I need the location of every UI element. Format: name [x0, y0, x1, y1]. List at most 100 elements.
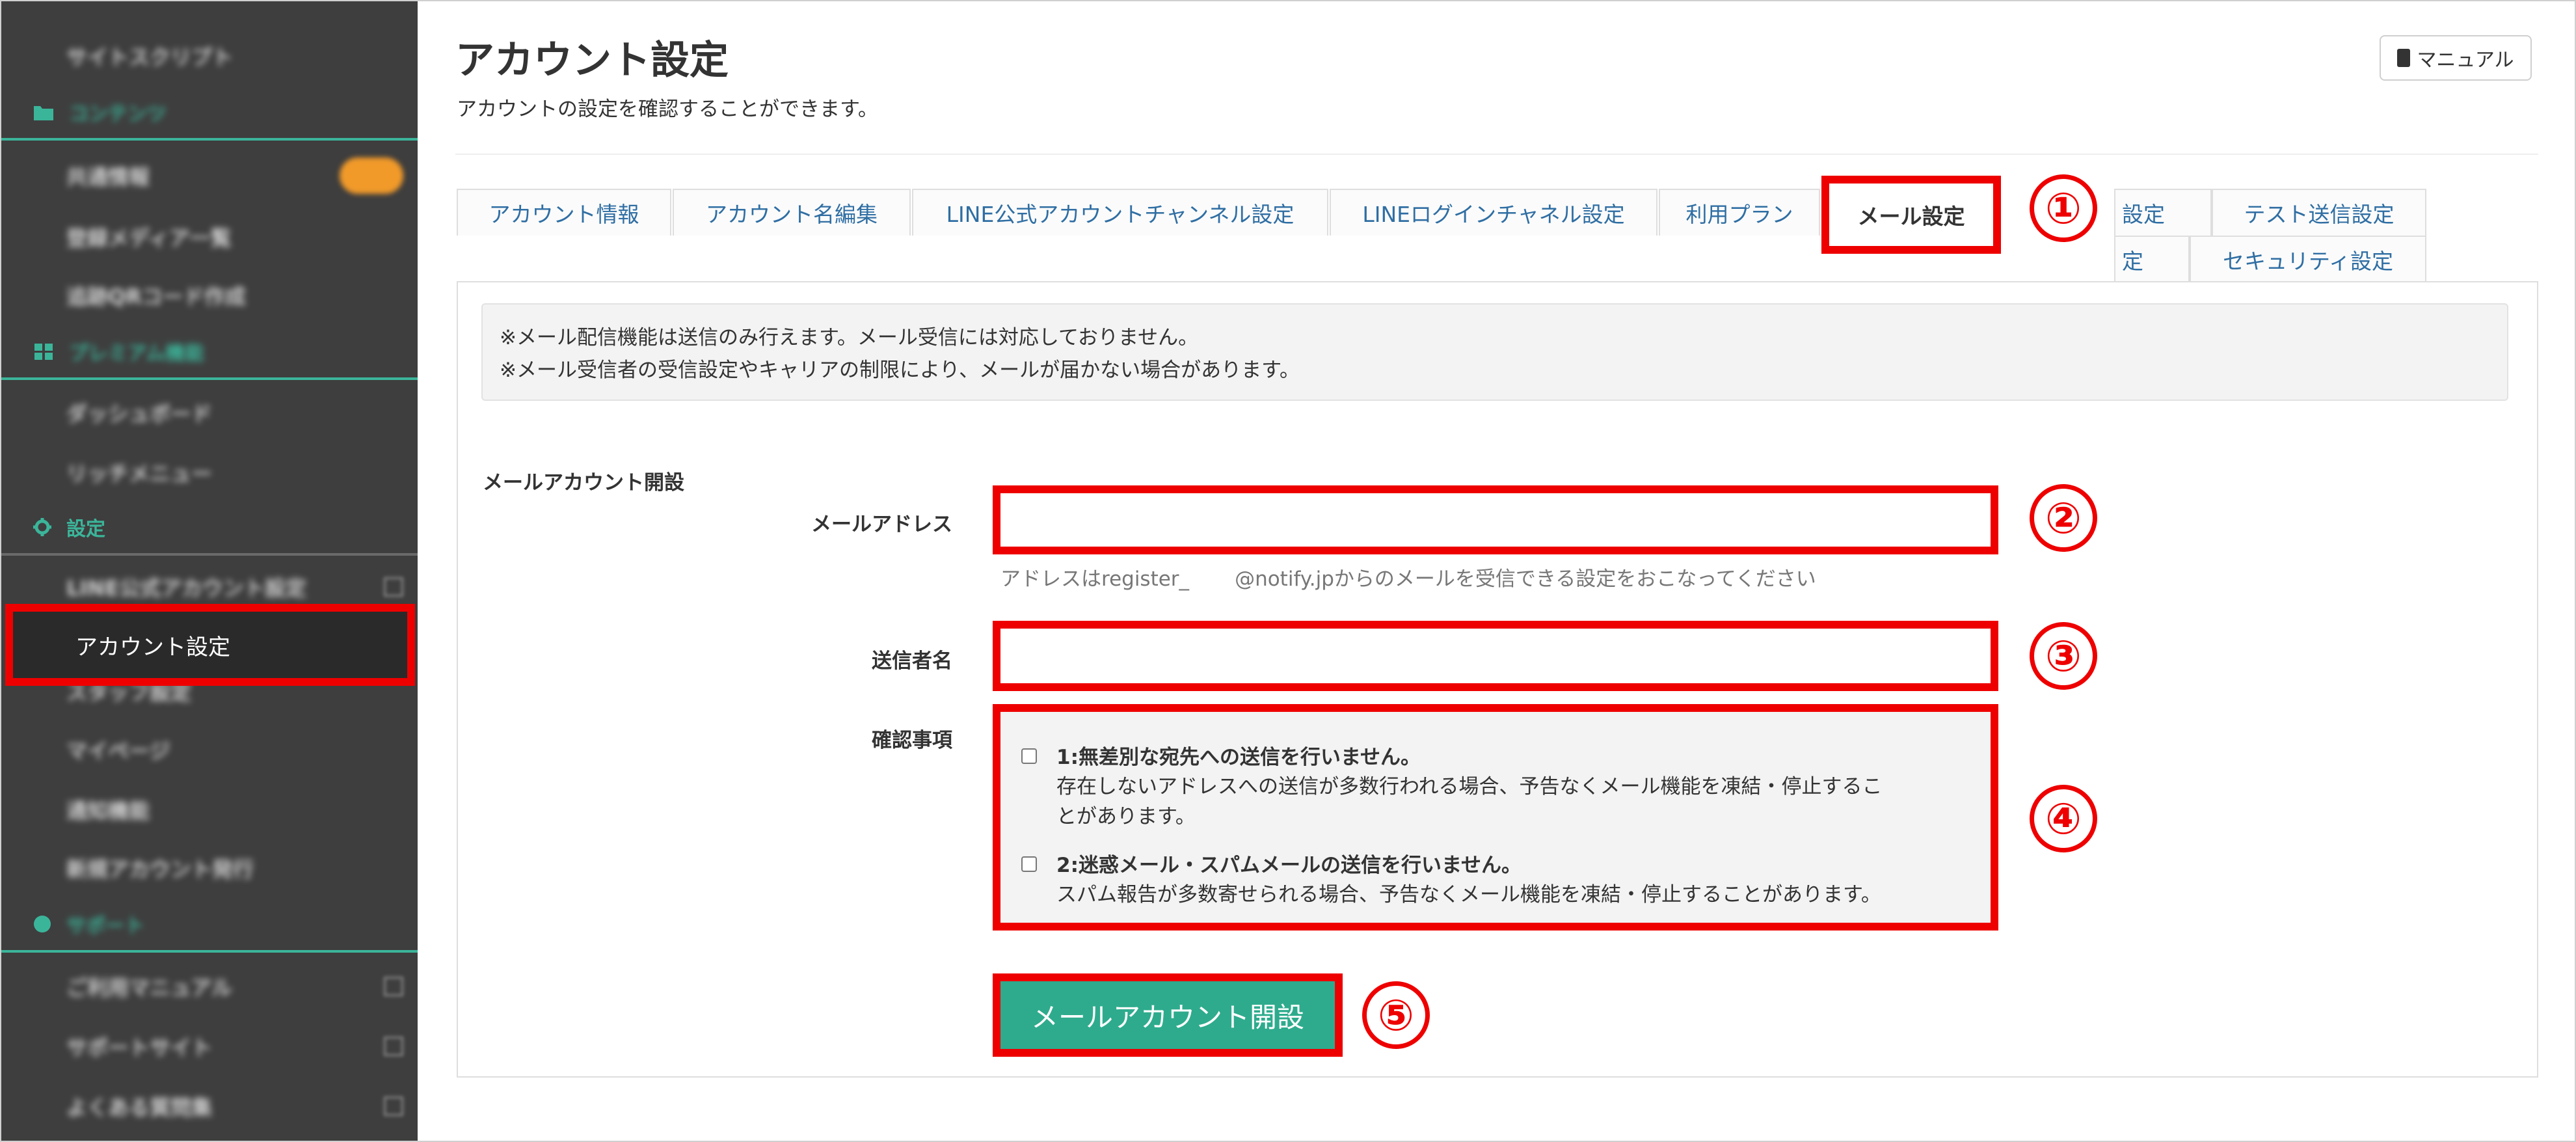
- sidebar-item-notifications[interactable]: 通知機能: [1, 780, 418, 839]
- tab-label: セキュリティ設定: [2222, 249, 2394, 274]
- tab-label: メール設定: [1857, 204, 1965, 229]
- new-badge: [340, 157, 403, 194]
- confirm1-title: 1:無差別な宛先への送信を行いません。: [1056, 746, 1421, 769]
- confirm2-checkbox[interactable]: [1021, 856, 1037, 872]
- sidebar-section-label: 設定: [66, 518, 105, 541]
- tab-security-settings[interactable]: セキュリティ設定: [2190, 236, 2426, 282]
- help-icon: [34, 916, 51, 932]
- sidebar-section-settings: 設定: [1, 501, 418, 556]
- tab-account-name-edit[interactable]: アカウント名編集: [673, 189, 911, 236]
- confirm2-title: 2:迷惑メール・スパムメールの送信を行いません。: [1056, 854, 1522, 877]
- sender-name-field[interactable]: [1000, 629, 1991, 683]
- sidebar-item-label: 共通情報: [66, 165, 150, 189]
- page-title: アカウント設定: [455, 38, 729, 83]
- sidebar-item-label: マイページ: [66, 739, 170, 763]
- tab-line-login-settings[interactable]: LINEログインチャネル設定: [1330, 189, 1657, 236]
- sidebar-item-label: リッチメニュー: [66, 461, 213, 486]
- sidebar-item-label: サポートサイト: [66, 1035, 213, 1060]
- manual-button[interactable]: マニュアル: [2380, 35, 2532, 81]
- confirm-label: 確認事項: [872, 729, 952, 752]
- tab-label: アカウント名編集: [706, 202, 878, 227]
- sidebar-item-label: ご利用マニュアル: [66, 975, 233, 1000]
- sidebar-item-label: ダッシュボード: [66, 401, 213, 426]
- external-link-icon: [384, 1037, 403, 1056]
- email-hint-suffix: @notify.jpからのメールを受信できる設定をおこなってください: [1235, 567, 1816, 591]
- tab-test-send-settings[interactable]: テスト送信設定: [2212, 189, 2426, 236]
- sidebar-item-rich-menu[interactable]: リッチメニュー: [1, 442, 418, 502]
- sidebar-item-new-account[interactable]: 新規アカウント発行: [1, 838, 418, 898]
- sidebar-section-support: サポート: [1, 898, 418, 953]
- sidebar-item-label: 追跡QRコード作成: [66, 284, 246, 309]
- tab-settings-partial[interactable]: 設定: [2114, 189, 2212, 236]
- tab-label: 設定: [2122, 202, 2165, 227]
- notice-box: ※メール配信機能は送信のみ行えます。メール受信には対応しておりません。 ※メール…: [481, 303, 2508, 401]
- sidebar-section-label: プレミアム機能: [69, 342, 204, 365]
- confirmation-box: 1:無差別な宛先への送信を行いません。 存在しないアドレスへの送信が多数行われる…: [993, 704, 1998, 931]
- tab-label: LINE公式アカウントチャンネル設定: [946, 202, 1295, 227]
- notice-line-2: ※メール受信者の受信設定やキャリアの制限により、メールが届かない場合があります。: [500, 359, 1300, 382]
- marker-2: ②: [2030, 484, 2097, 552]
- sidebar-item-media-list[interactable]: 登録メディア一覧: [1, 207, 418, 267]
- sender-name-field-wrapper: [993, 621, 1998, 691]
- notice-line-1: ※メール配信機能は送信のみ行えます。メール受信には対応しておりません。: [500, 326, 1199, 349]
- tab-label: アカウント情報: [489, 202, 639, 227]
- sidebar-item-label: アカウント設定: [75, 634, 230, 660]
- marker-3: ③: [2030, 622, 2097, 690]
- marker-5: ⑤: [1362, 981, 1430, 1049]
- sidebar-item-label: 新規アカウント発行: [66, 857, 254, 882]
- marker-4: ④: [2030, 785, 2097, 852]
- tab-account-info[interactable]: アカウント情報: [457, 189, 671, 236]
- tab-mail-settings[interactable]: メール設定: [1821, 176, 2001, 254]
- folder-icon: [34, 106, 53, 120]
- sidebar-section-premium: プレミアム機能: [1, 325, 418, 380]
- page-subtitle: アカウントの設定を確認することができます。: [457, 98, 878, 121]
- create-mail-account-button[interactable]: メールアカウント開設: [993, 973, 1343, 1057]
- email-hint-prefix: アドレスはregister_: [1000, 567, 1190, 591]
- book-icon: [2397, 49, 2411, 67]
- sidebar-item-qr-code[interactable]: 追跡QRコード作成: [1, 265, 418, 325]
- confirm1-desc-line-1: 存在しないアドレスへの送信が多数行われる場合、予告なくメール機能を凍結・停止する…: [1056, 775, 1883, 798]
- sidebar: サイトスクリプト コンテンツ 共通情報 登録メディア一覧 追跡QRコード作成 プ…: [1, 1, 418, 1141]
- section-label-mail-account: メールアカウント開設: [483, 471, 684, 495]
- marker-1: ①: [2030, 174, 2097, 242]
- email-hint: アドレスはregister_ @notify.jpからのメールを受信できる設定をお…: [1000, 562, 1816, 591]
- header-divider: [455, 154, 2538, 155]
- sidebar-item-faq[interactable]: よくある質問集: [1, 1076, 418, 1136]
- email-field[interactable]: [1000, 493, 1991, 547]
- external-link-icon: [384, 977, 403, 996]
- external-link-icon: [384, 577, 403, 597]
- sidebar-item-dashboard[interactable]: ダッシュボード: [1, 383, 418, 442]
- sidebar-section-label: サポート: [66, 915, 144, 938]
- tab-label: テスト送信設定: [2244, 202, 2395, 227]
- sidebar-item-label: 通知機能: [66, 798, 150, 823]
- sidebar-item-label: 登録メディア一覧: [66, 226, 232, 251]
- email-label: メールアドレス: [811, 513, 952, 536]
- confirm1-checkbox[interactable]: [1021, 748, 1037, 764]
- tab-label: 定: [2122, 249, 2143, 274]
- sidebar-item-account-settings[interactable]: アカウント設定: [5, 604, 415, 686]
- grid-icon: [34, 344, 53, 360]
- tab-label: LINEログインチャネル設定: [1362, 202, 1625, 227]
- sidebar-item-site-script[interactable]: サイトスクリプト: [1, 26, 418, 86]
- external-link-icon: [384, 1096, 403, 1116]
- sidebar-item-my-page[interactable]: マイページ: [1, 720, 418, 780]
- sidebar-item-label: LINE公式アカウント設定: [66, 576, 306, 601]
- tab-partial[interactable]: 定: [2114, 236, 2190, 282]
- confirm2-desc: スパム報告が多数寄せられる場合、予告なくメール機能を凍結・停止することがあります…: [1056, 883, 1881, 906]
- tab-plan[interactable]: 利用プラン: [1659, 189, 1820, 236]
- manual-button-label: マニュアル: [2417, 49, 2514, 72]
- tab-line-channel-settings[interactable]: LINE公式アカウントチャンネル設定: [912, 189, 1328, 236]
- gear-icon: [33, 518, 51, 536]
- sidebar-item-support-site[interactable]: サポートサイト: [1, 1016, 418, 1076]
- sidebar-item-label: サイトスクリプト: [66, 45, 234, 70]
- tab-label: 利用プラン: [1685, 202, 1793, 227]
- sidebar-section-label: コンテンツ: [69, 103, 167, 126]
- sender-name-label: 送信者名: [872, 649, 952, 673]
- sidebar-section-content: コンテンツ: [1, 86, 418, 141]
- email-field-wrapper: [993, 485, 1998, 554]
- confirm1-desc-line-2: とがあります。: [1056, 805, 1196, 828]
- confirm1-desc: 存在しないアドレスへの送信が多数行われる場合、予告なくメール機能を凍結・停止する…: [1056, 772, 1882, 832]
- sidebar-item-user-manual[interactable]: ご利用マニュアル: [1, 957, 418, 1016]
- sidebar-item-label: よくある質問集: [66, 1095, 213, 1120]
- sidebar-item-common-info[interactable]: 共通情報: [1, 146, 418, 206]
